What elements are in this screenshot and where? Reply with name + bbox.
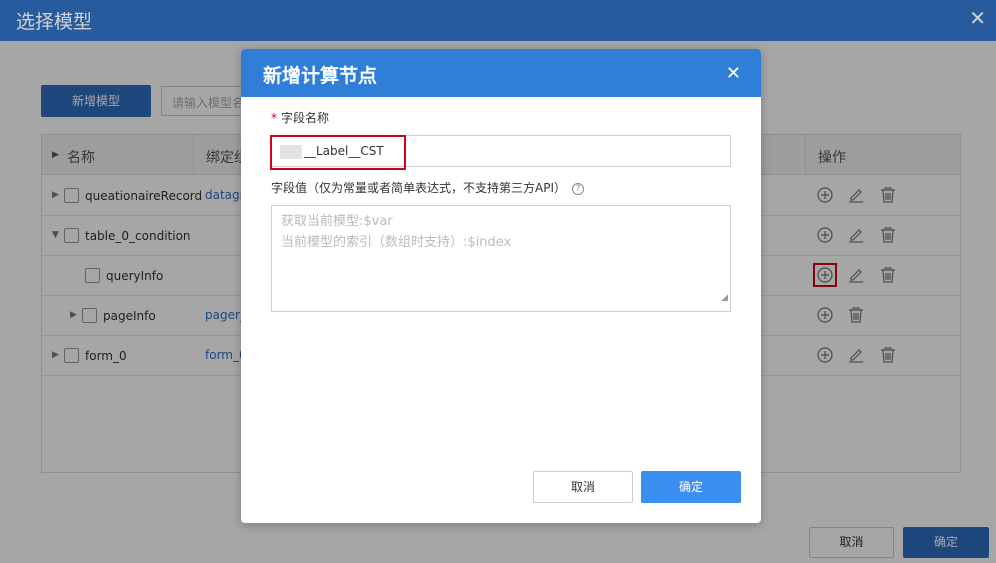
field-name-label-row: * 字段名称 [271, 109, 329, 126]
modal-cancel-button[interactable]: 取消 [533, 471, 633, 503]
add-compute-node-modal: 新增计算节点 ✕ * 字段名称 __Label__CST 字段值（仅为常量或者简单… [241, 49, 761, 523]
modal-ok-button[interactable]: 确定 [641, 471, 741, 503]
field-value-label-row: 字段值（仅为常量或者简单表达式，不支持第三方API）? [271, 179, 584, 196]
modal-close-icon[interactable]: ✕ [726, 63, 741, 84]
textarea-placeholder-line1: 获取当前模型:$var [281, 214, 393, 229]
modal-header: 新增计算节点 ✕ [241, 49, 761, 97]
field-value-textarea[interactable]: 获取当前模型:$var 当前模型的索引（数组时支持）:$index ◢ [271, 205, 731, 312]
field-value-label: 字段值（仅为常量或者简单表达式，不支持第三方API） [271, 181, 566, 195]
field-name-label: 字段名称 [281, 111, 330, 125]
textarea-placeholder-line2: 当前模型的索引（数组时支持）:$index [281, 235, 512, 250]
field-name-highlight [270, 135, 406, 170]
required-mark: * [271, 111, 277, 125]
modal-title: 新增计算节点 [263, 65, 378, 87]
resize-handle-icon[interactable]: ◢ [721, 288, 728, 309]
header-overlay [0, 0, 996, 41]
help-icon[interactable]: ? [572, 183, 584, 195]
